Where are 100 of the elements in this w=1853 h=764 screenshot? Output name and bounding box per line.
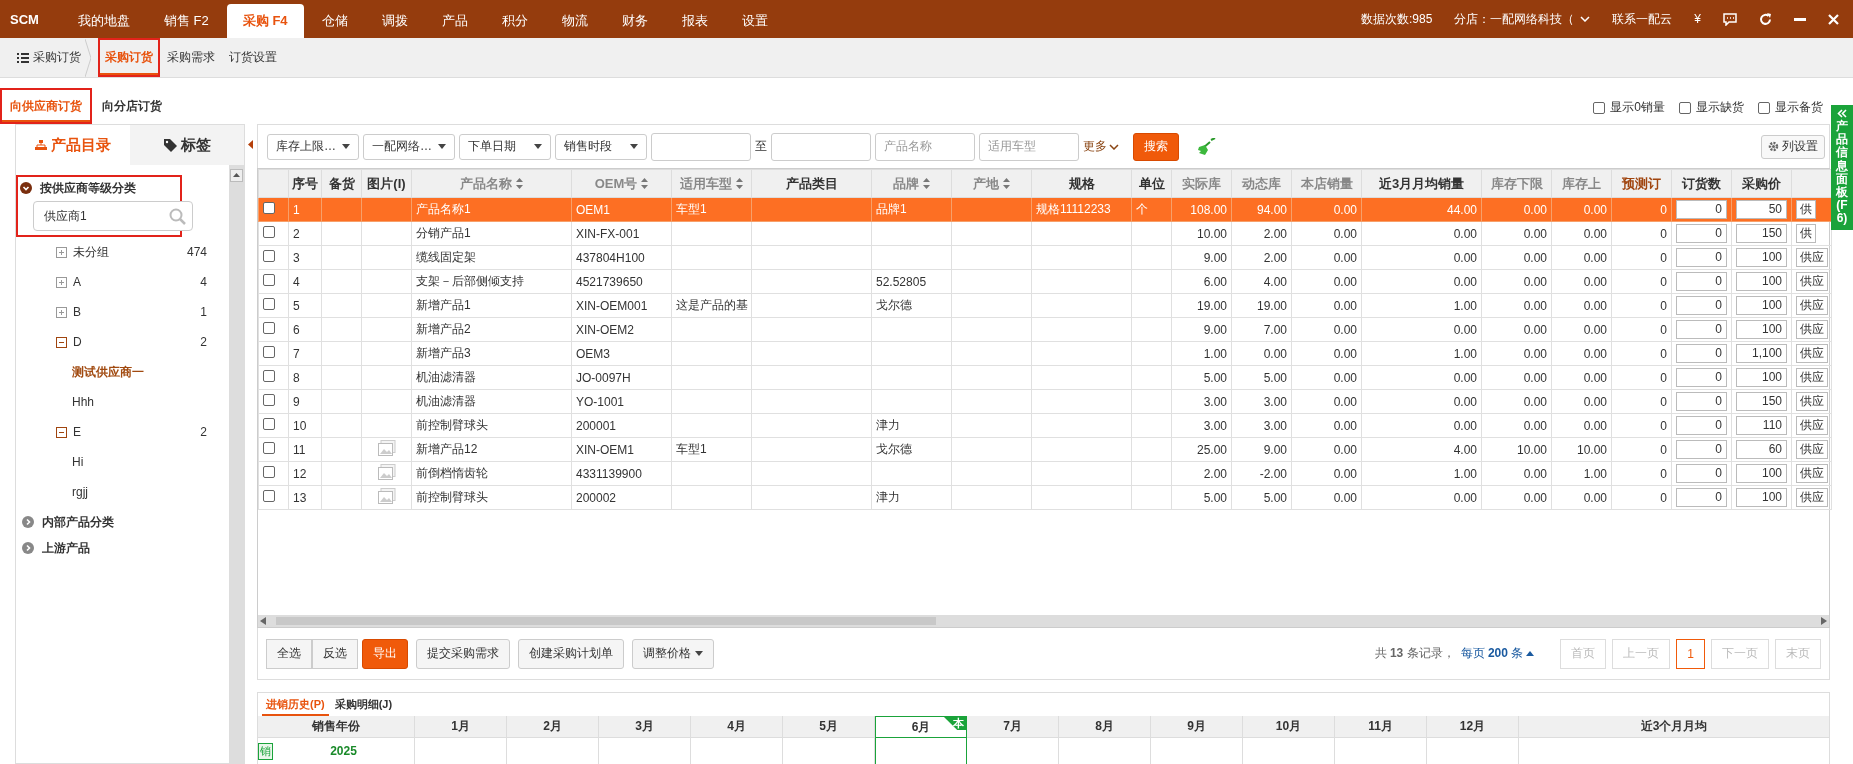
horizontal-scrollbar[interactable] — [258, 615, 1829, 627]
checkbox[interactable] — [1679, 101, 1691, 114]
contact-link[interactable]: 联系一配云 — [1612, 10, 1673, 28]
nav-tab[interactable]: 设置 — [725, 4, 784, 38]
detail-tab[interactable]: 采购明细(J) — [330, 693, 397, 716]
table-row[interactable]: 10 前控制臂球头 200001 津力 3.00 3.00 0.00 0.00 0.00 0.00 0 0 110 供应 — [258, 413, 1832, 438]
row-checkbox[interactable] — [263, 322, 275, 334]
row-checkbox[interactable] — [263, 466, 275, 478]
quantity-field[interactable]: 0 — [1676, 368, 1727, 387]
broom-icon[interactable] — [1197, 137, 1217, 156]
sort-icon[interactable] — [641, 178, 649, 189]
nav-tab[interactable]: 采购 F4 — [226, 4, 304, 38]
supplier-button[interactable]: 供应 — [1796, 296, 1828, 315]
collapse-icon[interactable] — [56, 336, 67, 348]
category-section[interactable]: 按供应商等级分类 — [40, 179, 136, 197]
sort-icon[interactable] — [516, 178, 523, 189]
row-checkbox[interactable] — [263, 226, 275, 238]
nav-tab[interactable]: 我的地盘 — [62, 4, 146, 38]
page-size-selector[interactable]: 每页 200 条 — [1460, 645, 1524, 662]
order-tab[interactable]: 向分店订货 — [92, 88, 172, 124]
chevron-right-circle-icon[interactable] — [22, 516, 34, 528]
supplier-button[interactable]: 供应 — [1796, 464, 1828, 483]
price-field[interactable]: 100 — [1736, 464, 1787, 483]
supplier-button[interactable]: 供应 — [1796, 440, 1828, 459]
table-row[interactable]: 3 缆线固定架 437804H100 9.00 2.00 0.00 0.00 0.00 0.00 0 0 100 供应 — [258, 245, 1832, 270]
supplier-button[interactable]: 供应 — [1796, 272, 1828, 291]
collapse-icon[interactable] — [56, 426, 67, 438]
table-row[interactable]: 11 新增产品12 XIN-OEM1 车型1 戈尔德 25.00 9.00 0.00 4.00 10.00 10.00 0 0 60 供应 — [258, 437, 1832, 462]
price-field[interactable]: 150 — [1736, 224, 1787, 243]
tree-node[interactable]: B — [73, 305, 81, 319]
action-button[interactable]: 全选 — [266, 638, 312, 669]
row-checkbox[interactable] — [263, 490, 275, 502]
price-field[interactable]: 1,100 — [1736, 344, 1787, 363]
quantity-field[interactable]: 0 — [1676, 392, 1727, 411]
caret-up-icon[interactable] — [1526, 651, 1535, 656]
nav-tab[interactable]: 报表 — [665, 4, 724, 38]
checkbox[interactable] — [1758, 101, 1770, 114]
close-icon[interactable] — [1828, 13, 1839, 25]
filter-input[interactable] — [771, 132, 871, 161]
sub-nav-tab[interactable]: 采购需求 — [160, 38, 222, 77]
search-field[interactable]: 供应商1 — [33, 201, 193, 231]
tree-node[interactable]: A — [73, 275, 81, 289]
more-filters-link[interactable]: 更多 — [1083, 138, 1119, 155]
table-row[interactable]: 4 支架－后部侧倾支持 4521739650 52.52805 6.00 4.00 0.00 0.00 0.00 0.00 0 0 100 供应 — [258, 269, 1832, 294]
table-row[interactable]: 13 前控制臂球头 200002 津力 5.00 5.00 0.00 0.00 0.00 0.00 0 0 100 供应 — [258, 485, 1832, 510]
supplier-button[interactable]: 供 — [1796, 224, 1816, 243]
nav-tab[interactable]: 销售 F2 — [148, 4, 225, 38]
quantity-field[interactable]: 0 — [1676, 248, 1727, 267]
row-checkbox[interactable] — [263, 418, 275, 430]
quantity-field[interactable]: 0 — [1676, 224, 1727, 243]
quantity-field[interactable]: 0 — [1676, 488, 1727, 507]
sort-icon[interactable] — [736, 178, 743, 189]
tree-leaf[interactable]: Hi — [20, 447, 229, 477]
quantity-field[interactable]: 0 — [1676, 464, 1727, 483]
price-field[interactable]: 60 — [1736, 440, 1787, 459]
refresh-icon[interactable] — [1759, 12, 1772, 26]
nav-tab[interactable]: 调拨 — [365, 4, 424, 38]
scrollbar[interactable] — [229, 165, 244, 763]
branch-selector[interactable]: 分店：一配网络科技（ — [1454, 10, 1575, 28]
quantity-field[interactable]: 0 — [1676, 200, 1727, 219]
checkbox-label[interactable]: 显示备货 — [1775, 99, 1823, 116]
supplier-button[interactable]: 供应 — [1796, 248, 1828, 267]
price-field[interactable]: 100 — [1736, 248, 1787, 267]
table-row[interactable]: 12 前倒档惰齿轮 4331139900 2.00 -2.00 0.00 1.00 0.00 1.00 0 0 100 供应 — [258, 461, 1832, 486]
sidebar-tab[interactable]: 标签 — [130, 125, 244, 165]
row-checkbox[interactable] — [263, 346, 275, 358]
scroll-left-icon[interactable] — [260, 617, 266, 625]
table-row[interactable]: 6 新增产品2 XIN-OEM2 9.00 7.00 0.00 0.00 0.00 0.00 0 0 100 供应 — [258, 317, 1832, 342]
chevron-right-circle-icon[interactable] — [22, 542, 34, 554]
table-row[interactable]: 9 机油滤清器 YO-1001 3.00 3.00 0.00 0.00 0.00 0.00 0 0 150 供应 — [258, 389, 1832, 414]
price-field[interactable]: 100 — [1736, 320, 1787, 339]
tree-leaf[interactable]: Hhh — [20, 387, 229, 417]
row-checkbox[interactable] — [263, 298, 275, 310]
filter-dropdown[interactable]: 库存上限… — [267, 133, 359, 160]
scroll-up-icon[interactable] — [230, 169, 243, 182]
chat-icon[interactable] — [1723, 12, 1737, 26]
quantity-field[interactable]: 0 — [1676, 320, 1727, 339]
price-field[interactable]: 100 — [1736, 296, 1787, 315]
row-checkbox[interactable] — [263, 370, 275, 382]
quantity-field[interactable]: 0 — [1676, 440, 1727, 459]
action-button[interactable]: 提交采购需求 — [416, 638, 510, 669]
supplier-button[interactable]: 供应 — [1796, 320, 1828, 339]
table-row[interactable]: 8 机油滤清器 JO-0097H 5.00 5.00 0.00 0.00 0.00 0.00 0 0 100 供应 — [258, 365, 1832, 390]
nav-tab[interactable]: 物流 — [545, 4, 604, 38]
detail-tab[interactable]: 进销历史(P) — [262, 693, 329, 716]
nav-tab[interactable]: 仓储 — [305, 4, 364, 38]
collapse-arrow-icon[interactable] — [247, 140, 253, 149]
currency-button[interactable]: ¥ — [1694, 12, 1701, 26]
filter-dropdown[interactable]: 销售时段 — [555, 133, 647, 160]
tree-leaf[interactable]: rgjj — [20, 477, 229, 507]
expand-icon[interactable] — [56, 306, 67, 318]
action-button[interactable]: 创建采购计划单 — [518, 638, 624, 669]
price-field[interactable]: 100 — [1736, 368, 1787, 387]
expand-icon[interactable] — [56, 276, 67, 288]
tree-node[interactable]: E — [73, 425, 81, 439]
minimize-icon[interactable] — [1794, 17, 1806, 21]
scroll-right-icon[interactable] — [1821, 617, 1827, 625]
tree-leaf[interactable]: 测试供应商一 — [20, 357, 229, 387]
checkbox-label[interactable]: 显示0销量 — [1610, 99, 1665, 116]
category-section[interactable]: 上游产品 — [42, 539, 90, 557]
